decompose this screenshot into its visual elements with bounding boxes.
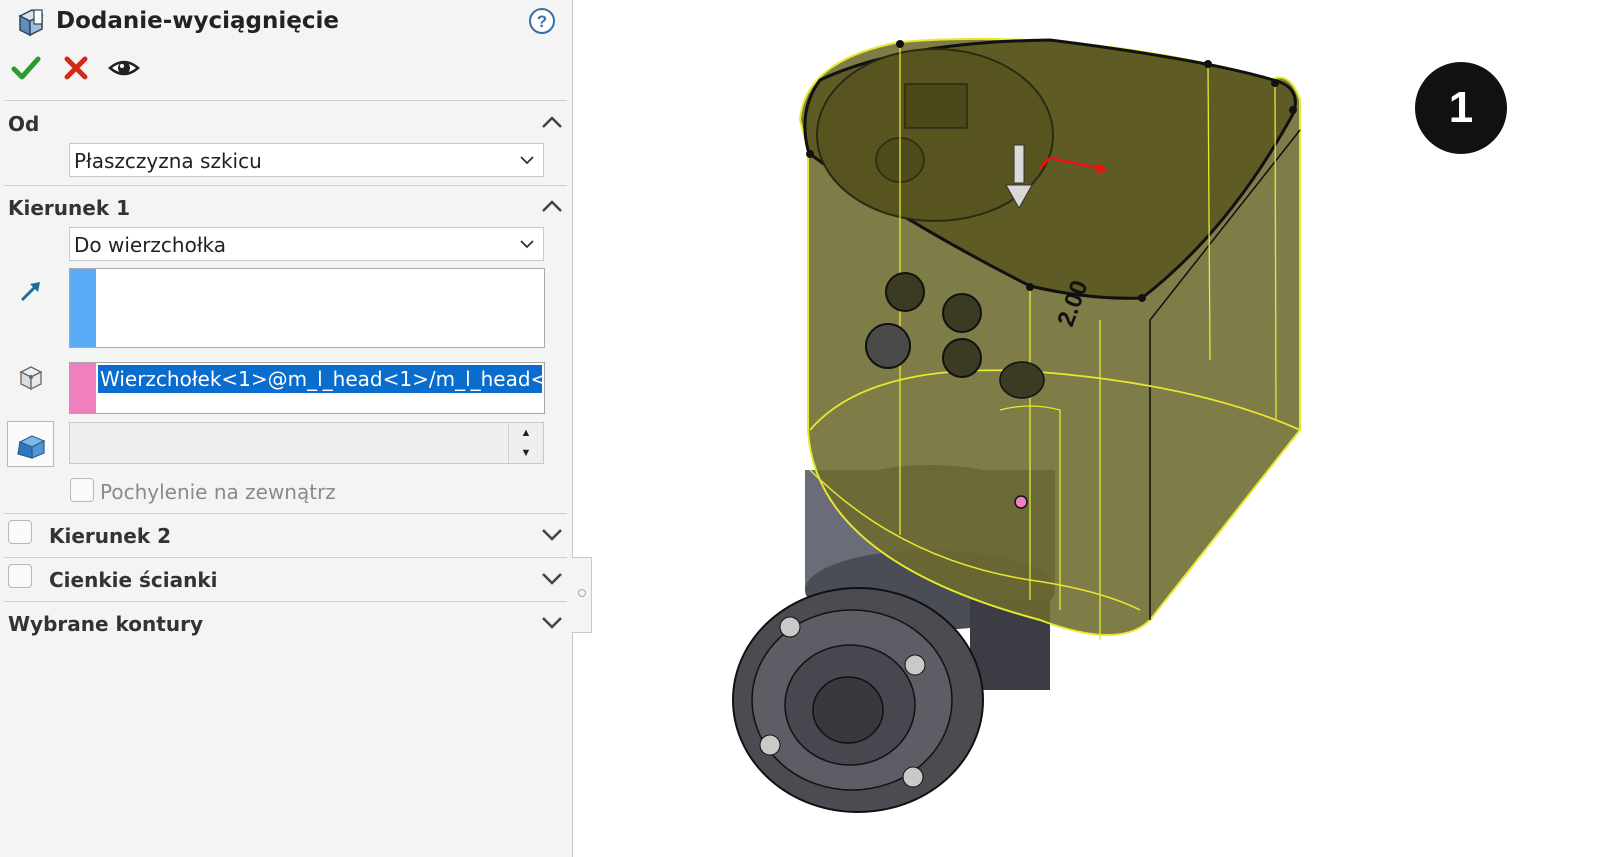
spin-down-button[interactable]: ▼ bbox=[509, 443, 543, 463]
spin-up-button[interactable]: ▲ bbox=[509, 423, 543, 443]
section-thin-feature-label[interactable]: Cienkie ścianki bbox=[49, 568, 218, 592]
checkmark-icon[interactable] bbox=[10, 52, 42, 84]
od-dropdown-value: Płaszczyzna szkicu bbox=[74, 149, 262, 173]
draft-angle-spinner: ▲ ▼ bbox=[508, 423, 543, 463]
pump-model bbox=[732, 37, 1301, 813]
action-buttons bbox=[0, 52, 200, 88]
chevron-down-icon bbox=[520, 156, 534, 165]
direction-arrow-icon[interactable] bbox=[18, 278, 44, 304]
panel-title: Dodanie-wyciągnięcie bbox=[56, 8, 339, 34]
section-od-label[interactable]: Od bbox=[8, 112, 39, 136]
extrude-feature-icon bbox=[18, 9, 44, 37]
chevron-down-icon[interactable] bbox=[540, 570, 564, 586]
step-badge: 1 bbox=[1415, 62, 1507, 154]
draft-toggle-button[interactable] bbox=[7, 421, 54, 467]
divider bbox=[4, 601, 567, 602]
x-icon[interactable] bbox=[60, 52, 92, 84]
section-kierunek1-label[interactable]: Kierunek 1 bbox=[8, 196, 130, 220]
divider bbox=[4, 100, 567, 101]
section-contours-label[interactable]: Wybrane kontury bbox=[8, 612, 203, 636]
end-condition-value: Do wierzchołka bbox=[74, 233, 227, 257]
section-kierunek2-label[interactable]: Kierunek 2 bbox=[49, 524, 171, 548]
draft-outward-checkbox[interactable] bbox=[70, 478, 94, 502]
draft-icon bbox=[17, 435, 46, 459]
panel-collapse-handle[interactable] bbox=[572, 557, 592, 633]
direction-selection-box[interactable] bbox=[69, 268, 545, 348]
panel-header: Dodanie-wyciągnięcie ? bbox=[0, 0, 572, 44]
chevron-up-icon[interactable] bbox=[540, 198, 564, 214]
divider bbox=[4, 185, 567, 186]
divider bbox=[4, 557, 567, 558]
chevron-down-icon[interactable] bbox=[540, 526, 564, 542]
vertex-color-swatch bbox=[70, 363, 96, 413]
handle-dot bbox=[578, 589, 586, 597]
direction-color-swatch bbox=[70, 269, 96, 347]
chevron-down-icon bbox=[520, 240, 534, 249]
end-condition-dropdown[interactable]: Do wierzchołka bbox=[69, 227, 544, 261]
draft-outward-label: Pochylenie na zewnątrz bbox=[100, 480, 336, 504]
draft-angle-field[interactable]: ▲ ▼ bbox=[69, 422, 544, 464]
eye-icon[interactable] bbox=[108, 52, 140, 84]
thin-feature-checkbox[interactable] bbox=[8, 564, 32, 588]
divider bbox=[4, 513, 567, 514]
vertex-selection-box[interactable]: Wierzchołek<1>@m_l_head<1>/m_l_head<1> bbox=[69, 362, 545, 414]
property-manager-panel: Dodanie-wyciągnięcie ? Od Płaszczyzna sz… bbox=[0, 0, 573, 857]
chevron-up-icon[interactable] bbox=[540, 114, 564, 130]
chevron-down-icon[interactable] bbox=[540, 614, 564, 630]
vertex-cube-icon bbox=[19, 366, 43, 391]
od-dropdown[interactable]: Płaszczyzna szkicu bbox=[69, 143, 544, 177]
help-icon[interactable]: ? bbox=[529, 8, 555, 34]
kierunek2-checkbox[interactable] bbox=[8, 520, 32, 544]
selected-vertex-item[interactable]: Wierzchołek<1>@m_l_head<1>/m_l_head<1> bbox=[98, 365, 542, 393]
